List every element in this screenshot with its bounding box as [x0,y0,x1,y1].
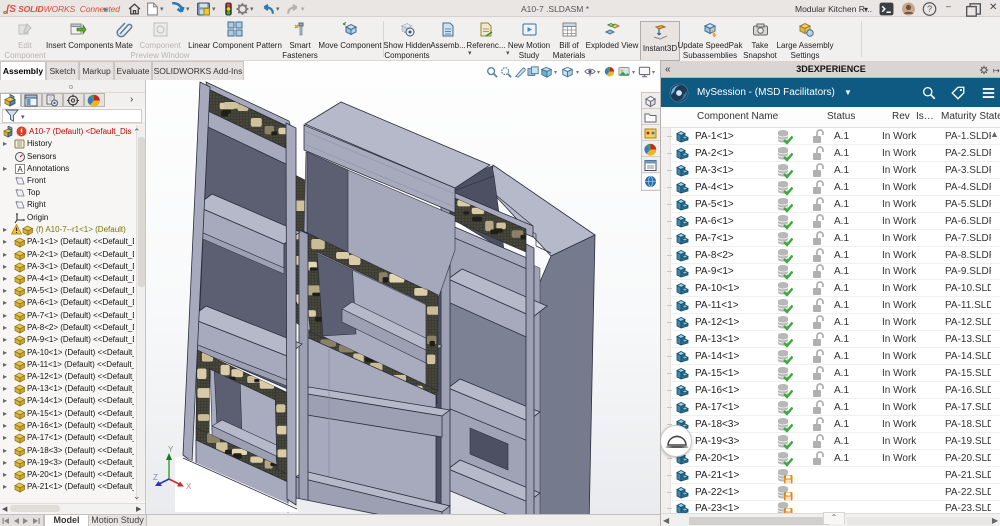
svg-text:A: A [17,165,23,174]
svg-text:Y: Y [168,445,174,454]
svg-text:X: X [186,482,192,489]
svg-text:?: ? [927,4,932,14]
svg-text:Z: Z [153,473,158,482]
